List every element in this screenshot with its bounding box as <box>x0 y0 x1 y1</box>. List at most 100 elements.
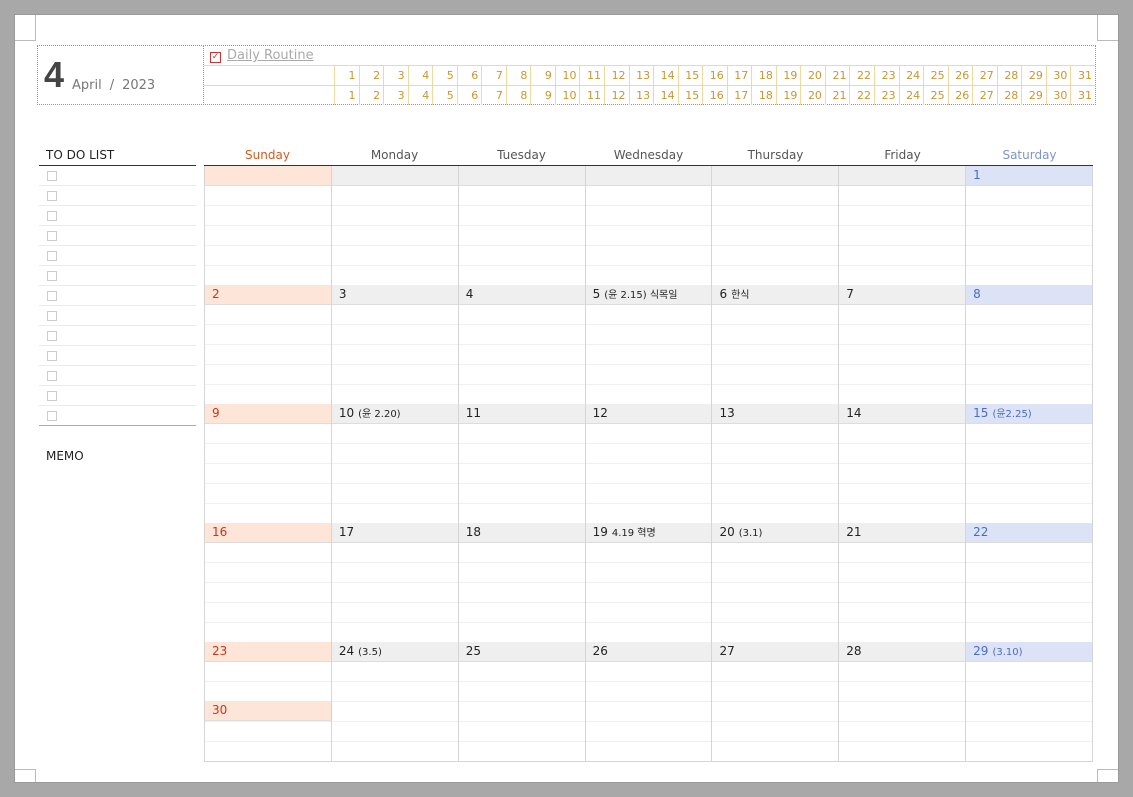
calendar-day[interactable]: 29 (3.10) <box>965 642 1093 761</box>
calendar-day[interactable]: 25 <box>457 642 585 761</box>
calendar-day[interactable]: 24 (3.5) <box>330 642 458 761</box>
calendar-day[interactable]: 19 4.19 혁명 <box>584 523 712 642</box>
routine-day-cell[interactable]: 21 <box>824 86 850 105</box>
todo-checkbox[interactable] <box>47 311 57 321</box>
routine-day-cell[interactable]: 20 <box>800 66 825 85</box>
calendar-day[interactable]: 5 (윤 2.15) 식목일 <box>584 285 712 404</box>
routine-day-cell[interactable]: 3 <box>383 86 408 105</box>
calendar-day[interactable]: 4 <box>457 285 585 404</box>
calendar-day[interactable]: 28 <box>838 642 966 761</box>
routine-day-cell[interactable]: 23 <box>874 86 899 105</box>
routine-day-cell[interactable]: 16 <box>702 86 727 105</box>
routine-day-cell[interactable]: 30 <box>1045 66 1071 85</box>
routine-day-cell[interactable]: 27 <box>972 86 997 105</box>
routine-day-cell[interactable]: 22 <box>849 66 874 85</box>
todo-checkbox[interactable] <box>47 191 57 201</box>
routine-day-cell[interactable]: 11 <box>579 86 604 105</box>
routine-day-cell[interactable]: 7 <box>481 66 506 85</box>
routine-day-cell[interactable]: 3 <box>383 66 408 85</box>
routine-day-cell[interactable]: 7 <box>481 86 506 105</box>
routine-day-cell[interactable]: 5 <box>432 66 457 85</box>
routine-day-cell[interactable]: 23 <box>874 66 899 85</box>
calendar-day[interactable]: 10 (윤 2.20) <box>330 404 458 523</box>
routine-day-cell[interactable]: 20 <box>800 86 825 105</box>
routine-day-cell[interactable]: 5 <box>432 86 457 105</box>
calendar-day[interactable]: 9 <box>205 404 331 523</box>
todo-checkbox[interactable] <box>47 291 57 301</box>
routine-day-cell[interactable]: 6 <box>456 66 482 85</box>
calendar-day[interactable]: 27 <box>711 642 839 761</box>
routine-day-cell[interactable]: 12 <box>604 66 629 85</box>
routine-day-cell[interactable]: 9 <box>530 86 555 105</box>
routine-day-cell[interactable]: 15 <box>677 86 703 105</box>
calendar-day[interactable]: 17 <box>330 523 458 642</box>
calendar-day[interactable]: 16 <box>205 523 331 642</box>
routine-day-cell[interactable]: 12 <box>604 86 629 105</box>
todo-checkbox[interactable] <box>47 251 57 261</box>
routine-day-cell[interactable]: 15 <box>677 66 703 85</box>
routine-day-cell[interactable]: 19 <box>775 86 801 105</box>
routine-day-cell[interactable]: 31 <box>1070 86 1095 105</box>
calendar-day[interactable]: 2 <box>205 285 331 404</box>
routine-day-cell[interactable]: 29 <box>1021 66 1046 85</box>
routine-day-cell[interactable]: 26 <box>947 66 973 85</box>
routine-day-cell[interactable]: 9 <box>530 66 555 85</box>
todo-checkbox[interactable] <box>47 211 57 221</box>
routine-day-cell[interactable]: 21 <box>824 66 850 85</box>
todo-checkbox[interactable] <box>47 371 57 381</box>
calendar-day[interactable]: 21 <box>838 523 966 642</box>
routine-day-cell[interactable]: 2 <box>358 86 384 105</box>
calendar-day[interactable]: 13 <box>711 404 839 523</box>
routine-day-cell[interactable]: 6 <box>456 86 482 105</box>
calendar-day[interactable] <box>330 166 458 285</box>
calendar-day[interactable]: 6 한식 <box>711 285 839 404</box>
routine-day-cell[interactable]: 1 <box>334 86 359 105</box>
calendar-day-extra[interactable]: 30 <box>205 701 331 721</box>
calendar-day[interactable]: 18 <box>457 523 585 642</box>
calendar-day[interactable]: 20 (3.1) <box>711 523 839 642</box>
routine-day-cell[interactable]: 30 <box>1045 86 1071 105</box>
routine-day-cell[interactable]: 26 <box>947 86 973 105</box>
calendar-day[interactable]: 11 <box>457 404 585 523</box>
routine-day-cell[interactable]: 2 <box>358 66 384 85</box>
todo-checkbox[interactable] <box>47 331 57 341</box>
routine-day-cell[interactable]: 8 <box>505 66 531 85</box>
routine-day-cell[interactable]: 13 <box>628 66 654 85</box>
todo-checkbox[interactable] <box>47 231 57 241</box>
routine-day-cell[interactable]: 14 <box>653 66 678 85</box>
routine-day-cell[interactable]: 18 <box>751 66 776 85</box>
routine-day-cell[interactable]: 14 <box>653 86 678 105</box>
routine-day-cell[interactable]: 10 <box>554 66 580 85</box>
routine-day-cell[interactable]: 28 <box>996 86 1022 105</box>
todo-checkbox[interactable] <box>47 411 57 421</box>
routine-day-cell[interactable]: 4 <box>407 66 433 85</box>
routine-day-cell[interactable]: 18 <box>751 86 776 105</box>
routine-day-cell[interactable]: 4 <box>407 86 433 105</box>
routine-day-cell[interactable]: 22 <box>849 86 874 105</box>
routine-day-cell[interactable]: 29 <box>1021 86 1046 105</box>
routine-day-cell[interactable]: 17 <box>726 66 752 85</box>
calendar-day[interactable]: 1 <box>965 166 1093 285</box>
routine-day-cell[interactable]: 27 <box>972 66 997 85</box>
calendar-day[interactable]: 15 (윤2.25) <box>965 404 1093 523</box>
calendar-day[interactable] <box>205 166 331 285</box>
calendar-day[interactable]: 23 30 <box>205 642 331 761</box>
routine-day-cell[interactable]: 16 <box>702 66 727 85</box>
routine-day-cell[interactable]: 31 <box>1070 66 1095 85</box>
routine-day-cell[interactable]: 13 <box>628 86 654 105</box>
routine-day-cell[interactable]: 24 <box>898 66 924 85</box>
calendar-day[interactable]: 8 <box>965 285 1093 404</box>
todo-checkbox[interactable] <box>47 351 57 361</box>
routine-day-cell[interactable]: 17 <box>726 86 752 105</box>
calendar-day[interactable] <box>457 166 585 285</box>
calendar-day[interactable]: 22 <box>965 523 1093 642</box>
todo-checkbox[interactable] <box>47 391 57 401</box>
calendar-day[interactable]: 14 <box>838 404 966 523</box>
routine-day-cell[interactable]: 1 <box>334 66 359 85</box>
routine-day-cell[interactable]: 28 <box>996 66 1022 85</box>
calendar-day[interactable]: 26 <box>584 642 712 761</box>
calendar-day[interactable] <box>584 166 712 285</box>
calendar-day[interactable]: 3 <box>330 285 458 404</box>
routine-day-cell[interactable]: 19 <box>775 66 801 85</box>
todo-checkbox[interactable] <box>47 171 57 181</box>
